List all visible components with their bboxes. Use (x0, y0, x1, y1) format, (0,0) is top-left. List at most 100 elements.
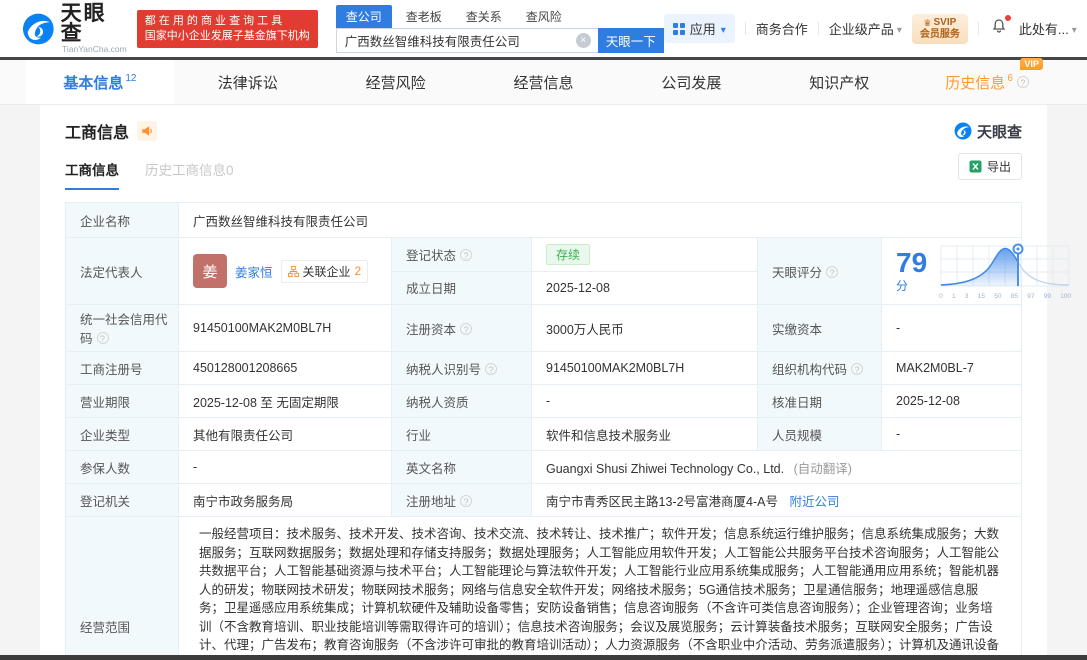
search-input[interactable] (335, 27, 598, 53)
announcement-icon[interactable] (137, 121, 158, 141)
tab-business-registration[interactable]: 工商信息 (65, 159, 119, 190)
tianyancha-logo-icon (954, 122, 972, 140)
business-info-table: 企业名称 广西数丝智维科技有限责任公司 法定代表人 姜 姜家恒 关联企业 2 登… (65, 202, 1071, 655)
logo-title: 天眼查 (60, 1, 107, 45)
paid-capital-label: 实缴资本 (757, 304, 882, 352)
card-tabs: 工商信息 历史工商信息0 导出 (65, 153, 1022, 190)
promo-line2: 国家中小企业发展子基金旗下机构 (144, 29, 310, 42)
user-menu[interactable]: 此处有... (1019, 19, 1077, 38)
vip-badge: VIP (1020, 57, 1043, 70)
search-tab-risk[interactable]: 查风险 (516, 5, 572, 28)
staff-size-value: - (881, 417, 1022, 451)
excel-icon (969, 160, 982, 173)
divider (744, 22, 746, 35)
english-name-note: (自动翻译) (793, 461, 852, 476)
score-label: 天眼评分 (757, 237, 882, 305)
reg-authority-label: 登记机关 (65, 483, 179, 517)
help-icon[interactable] (460, 248, 473, 261)
tab-legal-proceedings[interactable]: 法律诉讼 (174, 60, 322, 104)
business-term-value: 2025-12-08 至 无固定期限 (178, 384, 392, 418)
org-code-value: MAK2M0BL-7 (881, 351, 1022, 385)
table-row: 营业期限 2025-12-08 至 无固定期限 纳税人资质 - 核准日期 202… (65, 384, 1022, 418)
business-term-label: 营业期限 (65, 384, 179, 418)
insured-count-value: - (178, 450, 392, 484)
tab-history-info[interactable]: VIP 历史信息 6 (913, 57, 1061, 104)
search-button[interactable]: 天眼一下 (597, 27, 664, 53)
page: 天眼查 TianYanCha.com 都 在 用 的 商 业 查 询 工 具 国… (0, 0, 1087, 660)
divider (977, 22, 979, 35)
tab-operational-risk[interactable]: 经营风险 (322, 60, 470, 104)
score-value: 79 (896, 246, 928, 278)
approval-date-value: 2025-12-08 (881, 384, 1022, 418)
approval-date-label: 核准日期 (757, 384, 882, 418)
help-icon[interactable] (460, 322, 473, 335)
business-info-card: 工商信息 天眼查 工商信息 历史工商信息0 导出 企业名称 广西数丝智维科技有限… (40, 105, 1071, 655)
legal-rep-name-link[interactable]: 姜家恒 (235, 262, 273, 281)
table-row: 登记机关 南宁市政务服务局 注册地址 南宁市青秀区民主路13-2号富港商厦4-A… (65, 483, 1022, 517)
promo-line1: 都 在 用 的 商 业 查 询 工 具 (144, 14, 283, 27)
help-icon[interactable] (96, 332, 109, 344)
apps-grid-icon (672, 22, 685, 35)
status-badge: 存续 (546, 243, 591, 265)
help-icon[interactable] (826, 265, 839, 278)
tab-company-development[interactable]: 公司发展 (617, 60, 765, 104)
english-name-label: 英文名称 (391, 450, 532, 484)
english-name-value: Guangxi Shusi Zhiwei Technology Co., Ltd… (546, 461, 785, 476)
top-bar: 天眼查 TianYanCha.com 都 在 用 的 商 业 查 询 工 具 国… (0, 0, 1087, 57)
search-tab-relation[interactable]: 查关系 (456, 5, 512, 28)
taxpayer-id-value: 91450100MAK2M0BL7H (531, 351, 758, 385)
svip-membership-button[interactable]: ♛ SVIP 会员服务 (911, 13, 968, 44)
reg-capital-value: 3000万人民币 (531, 304, 758, 352)
footer-bar (0, 655, 1087, 660)
tab-history-business-registration[interactable]: 历史工商信息0 (145, 159, 234, 190)
related-companies-badge[interactable]: 关联企业 2 (280, 259, 369, 283)
help-icon[interactable] (460, 494, 473, 507)
export-button[interactable]: 导出 (957, 153, 1022, 180)
taxpayer-id-label: 纳税人识别号 (391, 351, 532, 385)
reg-address-label: 注册地址 (391, 483, 532, 517)
legal-rep-label: 法定代表人 (65, 237, 179, 305)
help-icon[interactable] (851, 362, 864, 375)
tianyancha-logo[interactable]: 天眼查 TianYanCha.com (22, 1, 127, 54)
company-type-value: 其他有限责任公司 (178, 417, 392, 451)
search-tab-company[interactable]: 查公司 (335, 4, 392, 28)
clear-icon[interactable]: × (575, 32, 591, 48)
search-tab-boss[interactable]: 查老板 (396, 5, 452, 28)
help-icon[interactable] (485, 362, 498, 375)
credit-code-label: 统一社会信用代码 (65, 304, 179, 352)
user-label: 此处有... (1018, 22, 1069, 37)
business-cooperation-link[interactable]: 商务合作 (756, 19, 808, 38)
insured-count-label: 参保人数 (65, 450, 179, 484)
avatar[interactable]: 姜 (193, 254, 227, 288)
section-title: 工商信息 (65, 125, 130, 142)
org-code-label: 组织机构代码 (757, 351, 882, 385)
chevron-down-icon (1072, 21, 1077, 36)
company-nav-tabs: 基本信息 12 法律诉讼 经营风险 经营信息 公司发展 知识产权 VIP 历史信… (0, 57, 1087, 105)
tab-basic-info-count: 12 (125, 72, 137, 84)
search-tabs: 查公司 查老板 查关系 查风险 (335, 4, 664, 28)
nearby-companies-link[interactable]: 附近公司 (789, 495, 839, 509)
watermark-label: 天眼查 (976, 123, 1022, 141)
export-label: 导出 (986, 160, 1011, 174)
table-row: 工商注册号 450128001208665 纳税人识别号 91450100MAK… (65, 351, 1022, 385)
business-scope-label: 经营范围 (65, 516, 179, 655)
table-row: 统一社会信用代码 91450100MAK2M0BL7H 注册资本 3000万人民… (65, 304, 1022, 352)
tab-history-info-count: 6 (1007, 72, 1013, 84)
related-companies-count: 2 (354, 264, 362, 278)
establish-date-value: 2025-12-08 (531, 270, 758, 305)
crown-icon: ♛ (923, 17, 932, 28)
notification-bell-icon[interactable] (989, 15, 1011, 41)
enterprise-products-menu[interactable]: 企业级产品 (829, 19, 902, 38)
promo-banner: 都 在 用 的 商 业 查 询 工 具 国家中小企业发展子基金旗下机构 (136, 9, 318, 48)
tab-intellectual-property[interactable]: 知识产权 (765, 60, 913, 104)
tab-basic-info[interactable]: 基本信息 12 (26, 60, 174, 104)
reg-number-value: 450128001208665 (178, 351, 392, 385)
help-icon[interactable] (1016, 76, 1029, 88)
credit-code-value: 91450100MAK2M0BL7H (178, 304, 392, 352)
apps-label: 应用 (689, 22, 716, 37)
score-axis-labels: 01 3 15 50 85 97 99 100 (939, 293, 1072, 300)
reg-authority-value: 南宁市政务服务局 (178, 483, 392, 517)
table-row: 企业类型 其他有限责任公司 行业 软件和信息技术服务业 人员规模 - (65, 417, 1022, 451)
tab-business-information[interactable]: 经营信息 (470, 60, 618, 104)
apps-menu[interactable]: 应用 (663, 14, 735, 43)
